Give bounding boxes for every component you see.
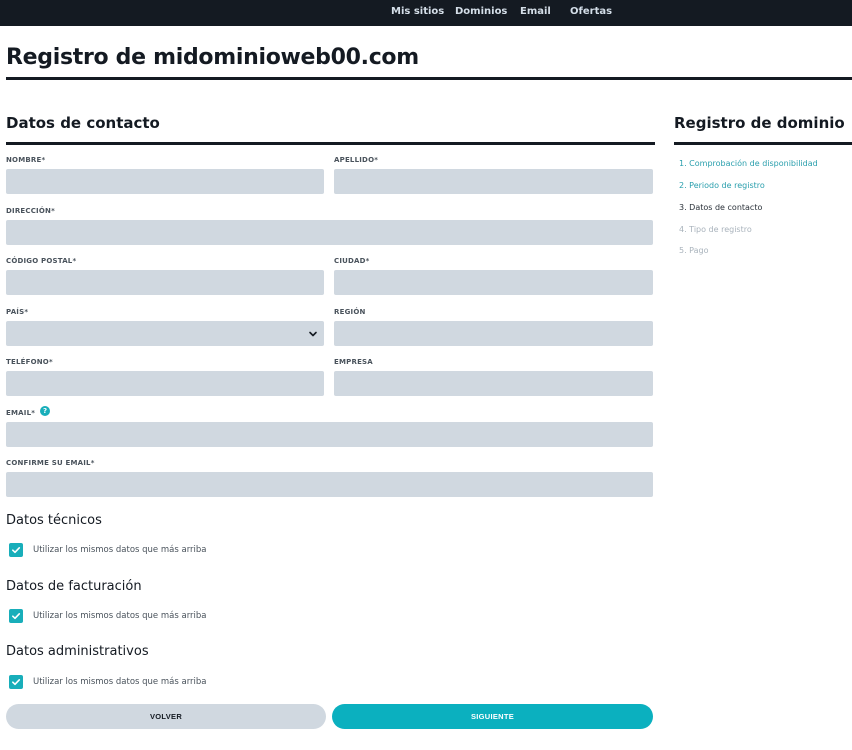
page-title: Registro de midominioweb00.com bbox=[6, 45, 419, 70]
pais-label: PAÍS* bbox=[6, 308, 29, 316]
check-icon bbox=[12, 679, 21, 686]
telefono-label: TELÉFONO* bbox=[6, 358, 53, 366]
check-icon bbox=[12, 613, 21, 620]
nombre-input[interactable] bbox=[6, 169, 324, 194]
chevron-down-icon bbox=[309, 331, 317, 337]
nav-email[interactable]: Email bbox=[520, 6, 551, 17]
contact-section-title: Datos de contacto bbox=[6, 114, 160, 132]
pais-select[interactable] bbox=[6, 321, 324, 346]
technical-same-label: Utilizar los mismos datos que más arriba bbox=[33, 545, 207, 555]
ciudad-label: CIUDAD* bbox=[334, 257, 370, 265]
admin-data-title: Datos administrativos bbox=[6, 644, 149, 659]
region-input[interactable] bbox=[334, 321, 653, 346]
region-label: REGIÓN bbox=[334, 308, 366, 316]
step-registration-period[interactable]: 2. Periodo de registro bbox=[679, 181, 765, 190]
email-label: EMAIL* bbox=[6, 409, 36, 417]
step-availability-check[interactable]: 1. Comprobación de disponibilidad bbox=[679, 159, 818, 168]
contact-section-divider bbox=[6, 142, 655, 145]
admin-same-checkbox[interactable] bbox=[9, 675, 23, 689]
next-button[interactable]: SIGUIENTE bbox=[332, 704, 653, 729]
top-nav: Mis sitios Dominios Email Ofertas bbox=[0, 0, 852, 26]
technical-data-title: Datos técnicos bbox=[6, 513, 102, 528]
admin-same-label: Utilizar los mismos datos que más arriba bbox=[33, 677, 207, 687]
question-circle-icon[interactable]: ? bbox=[40, 406, 50, 416]
billing-data-title: Datos de facturación bbox=[6, 579, 142, 594]
nav-mis-sitios[interactable]: Mis sitios bbox=[391, 6, 444, 17]
apellido-input[interactable] bbox=[334, 169, 653, 194]
confirm-email-input[interactable] bbox=[6, 472, 653, 497]
step-contact-data: 3. Datos de contacto bbox=[679, 203, 763, 212]
nav-dominios[interactable]: Dominios bbox=[455, 6, 507, 17]
check-icon bbox=[12, 547, 21, 554]
empresa-label: EMPRESA bbox=[334, 358, 373, 366]
telefono-input[interactable] bbox=[6, 371, 324, 396]
direccion-input[interactable] bbox=[6, 220, 653, 245]
step-registration-type: 4. Tipo de registro bbox=[679, 225, 752, 234]
step-payment: 5. Pago bbox=[679, 246, 709, 255]
billing-same-label: Utilizar los mismos datos que más arriba bbox=[33, 611, 207, 621]
codigo-postal-label: CÓDIGO POSTAL* bbox=[6, 257, 77, 265]
nombre-label: NOMBRE* bbox=[6, 156, 46, 164]
technical-same-checkbox[interactable] bbox=[9, 543, 23, 557]
sidebar-divider bbox=[674, 142, 852, 145]
ciudad-input[interactable] bbox=[334, 270, 653, 295]
codigo-postal-input[interactable] bbox=[6, 270, 324, 295]
sidebar-title: Registro de dominio bbox=[674, 114, 845, 132]
billing-same-checkbox[interactable] bbox=[9, 609, 23, 623]
empresa-input[interactable] bbox=[334, 371, 653, 396]
direccion-label: DIRECCIÓN* bbox=[6, 207, 55, 215]
back-button[interactable]: VOLVER bbox=[6, 704, 326, 729]
email-input[interactable] bbox=[6, 422, 653, 447]
nav-ofertas[interactable]: Ofertas bbox=[570, 6, 612, 17]
confirm-email-label: CONFIRME SU EMAIL* bbox=[6, 459, 95, 467]
title-divider bbox=[6, 77, 852, 80]
apellido-label: APELLIDO* bbox=[334, 156, 379, 164]
